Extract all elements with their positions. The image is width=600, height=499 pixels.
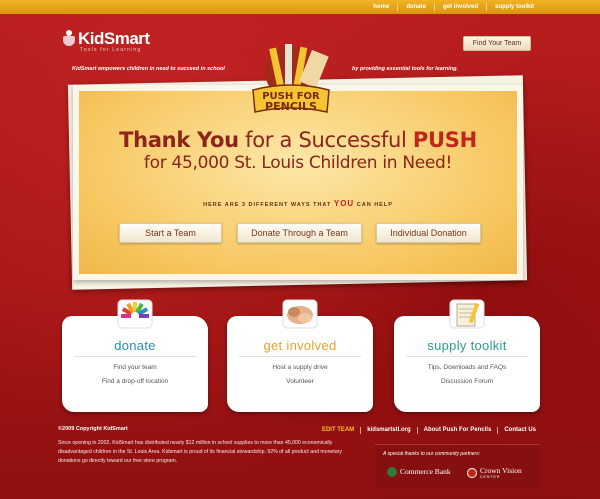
find-your-team-button[interactable]: Find Your Team bbox=[463, 36, 531, 51]
kidsmart-logo[interactable]: KidSmart Tools for Learning bbox=[62, 29, 150, 53]
contact-us-link[interactable]: Contact Us bbox=[497, 427, 542, 434]
copyright-text: ©2009 Copyright KidSmart bbox=[58, 426, 128, 432]
find-your-team-link[interactable]: Find your team bbox=[62, 364, 208, 371]
find-drop-off-location-link[interactable]: Find a drop-off location bbox=[62, 378, 208, 385]
discussion-forum-link[interactable]: Discussion Forum bbox=[394, 378, 540, 385]
child-figure-icon bbox=[62, 30, 76, 50]
commerce-bank-name: Commerce Bank bbox=[400, 467, 451, 476]
headline-thank-you: Thank You bbox=[119, 128, 239, 152]
about-push-for-pencils-link[interactable]: About Push For Pencils bbox=[416, 427, 498, 434]
badge-line-2: PENCILS bbox=[265, 100, 317, 113]
hands-together-icon bbox=[282, 299, 318, 329]
edit-team-link[interactable]: EDIT TEAM bbox=[316, 427, 360, 434]
crown-vision-logo[interactable]: Crown Vision CENTER bbox=[467, 467, 522, 479]
push-for-pencils-badge-icon: PUSH FOR PENCILS bbox=[252, 44, 330, 113]
card-divider bbox=[239, 356, 361, 357]
donate-through-team-button[interactable]: Donate Through a Team bbox=[237, 223, 362, 243]
nav-supply-toolkit-link[interactable]: supply toolkit bbox=[486, 3, 542, 11]
crown-vision-mark-icon bbox=[467, 468, 477, 478]
start-a-team-button[interactable]: Start a Team bbox=[119, 223, 222, 243]
about-kidsmart-text: Since opening in 2002, KidSmart has dist… bbox=[58, 440, 343, 464]
card-divider bbox=[406, 356, 528, 357]
supply-toolkit-card[interactable]: supply toolkit Tips, Downloads and FAQs … bbox=[394, 316, 540, 412]
notebook-pencil-icon bbox=[449, 299, 485, 329]
crown-vision-sub: CENTER bbox=[480, 475, 501, 479]
crown-vision-name: Crown Vision bbox=[480, 466, 522, 475]
get-involved-card-title[interactable]: get involved bbox=[227, 338, 373, 353]
volunteer-link[interactable]: Volunteer bbox=[227, 378, 373, 385]
top-nav: home donate get involved supply toolkit bbox=[0, 0, 600, 14]
footer-nav: EDIT TEAM kidsmartstl.org About Push For… bbox=[316, 427, 542, 434]
headline-middle: for a Successful bbox=[238, 128, 413, 152]
ways-you: YOU bbox=[333, 199, 355, 208]
logo-tagline: Tools for Learning bbox=[80, 47, 142, 53]
donate-card-title[interactable]: donate bbox=[62, 338, 208, 353]
host-supply-drive-link[interactable]: Host a supply drive bbox=[227, 364, 373, 371]
hero-headline-1: Thank You for a Successful PUSH bbox=[73, 128, 523, 152]
ways-to-help-heading: HERE ARE 3 DIFFERENT WAYS THAT YOU CAN H… bbox=[73, 199, 523, 208]
ways-after: CAN HELP bbox=[354, 202, 393, 208]
kidsmartstl-link[interactable]: kidsmartstl.org bbox=[360, 427, 416, 434]
tips-downloads-faqs-link[interactable]: Tips, Downloads and FAQs bbox=[394, 364, 540, 371]
commerce-bank-logo[interactable]: Commerce Bank bbox=[387, 467, 451, 477]
tagline-left: KidSmart empowers children in need to su… bbox=[72, 66, 225, 72]
logo-text: KidSmart bbox=[78, 29, 150, 48]
card-divider bbox=[74, 356, 196, 357]
donate-card[interactable]: donate Find your team Find a drop-off lo… bbox=[62, 316, 208, 412]
individual-donation-button[interactable]: Individual Donation bbox=[376, 223, 481, 243]
commerce-bank-mark-icon bbox=[387, 467, 397, 477]
colored-pencils-icon bbox=[117, 299, 153, 329]
community-partners-box: A special thanks to our community partne… bbox=[375, 444, 540, 489]
partners-label: A special thanks to our community partne… bbox=[383, 451, 481, 457]
supply-toolkit-card-title[interactable]: supply toolkit bbox=[394, 338, 540, 353]
nav-donate-link[interactable]: donate bbox=[397, 3, 434, 11]
get-involved-card[interactable]: get involved Host a supply drive Volunte… bbox=[227, 316, 373, 412]
hero-headline-2: for 45,000 St. Louis Children in Need! bbox=[143, 153, 453, 173]
tagline-right: by providing essential tools for learnin… bbox=[352, 66, 459, 72]
nav-home-link[interactable]: home bbox=[365, 3, 397, 11]
nav-get-involved-link[interactable]: get involved bbox=[433, 3, 486, 11]
headline-push: PUSH bbox=[412, 128, 477, 152]
ways-before: HERE ARE 3 DIFFERENT WAYS THAT bbox=[203, 202, 334, 208]
